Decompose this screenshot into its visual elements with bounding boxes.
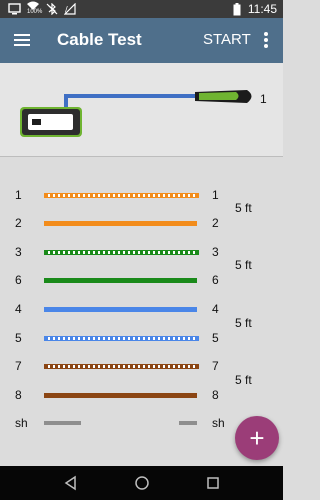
- pair-length-1: 5 ft: [235, 201, 252, 215]
- hamburger-icon[interactable]: [13, 31, 31, 49]
- app-bar: Cable Test START: [0, 18, 283, 63]
- pin-right: 2: [212, 216, 219, 230]
- pair-length-4: 5 ft: [235, 373, 252, 387]
- status-time: 11:45: [247, 2, 277, 16]
- pin-left: sh: [15, 416, 28, 430]
- pin-right: 5: [212, 331, 219, 345]
- pin-right: 8: [212, 388, 219, 402]
- pin-right: 3: [212, 245, 219, 259]
- wire-line: [44, 393, 197, 398]
- page-title: Cable Test: [57, 30, 142, 49]
- bluetooth-off-icon: [46, 2, 58, 18]
- screen-cast-icon: [8, 3, 21, 18]
- remote-id-label: 1: [260, 92, 267, 106]
- start-button[interactable]: START: [203, 31, 251, 48]
- pair-length-3: 5 ft: [235, 316, 252, 330]
- svg-text:/: /: [65, 5, 68, 14]
- pin-right: 7: [212, 359, 219, 373]
- wire-map-list: 1 1 2 2 3 3 6 6 4 4 5 5 7 7 8 8 sh sh 5 …: [0, 157, 283, 462]
- battery-percent-label: 100%: [27, 9, 43, 15]
- wire-line: [44, 307, 197, 312]
- cable-line: [64, 94, 198, 107]
- pin-left: 5: [15, 331, 22, 345]
- pin-left: 6: [15, 273, 22, 287]
- home-icon[interactable]: [134, 475, 150, 491]
- pair-length-2: 5 ft: [235, 258, 252, 272]
- wire-line: [44, 250, 199, 255]
- wire-line: [44, 278, 197, 283]
- pin-left: 2: [15, 216, 22, 230]
- remote-unit-icon: [195, 90, 252, 103]
- recents-icon[interactable]: [205, 475, 221, 491]
- wire-line: [44, 364, 199, 369]
- navigation-bar: [0, 466, 283, 500]
- pin-right: 4: [212, 302, 219, 316]
- wire-line: [44, 221, 197, 226]
- add-button[interactable]: +: [235, 416, 279, 460]
- signal-icon: /: [63, 2, 76, 18]
- pin-left: 4: [15, 302, 22, 316]
- pin-right: sh: [212, 416, 225, 430]
- tester-device-icon: [20, 107, 82, 137]
- shield-segment-right: [179, 421, 197, 425]
- pin-left: 7: [15, 359, 22, 373]
- cable-diagram: 1: [0, 63, 283, 157]
- pin-right: 6: [212, 273, 219, 287]
- more-vert-icon[interactable]: [259, 30, 273, 50]
- pin-left: 1: [15, 188, 22, 202]
- wire-line: [44, 336, 199, 341]
- battery-icon: [233, 3, 241, 19]
- wire-line: [44, 193, 199, 198]
- pin-left: 3: [15, 245, 22, 259]
- status-bar: 100% / 11:45: [0, 0, 283, 18]
- pin-right: 1: [212, 188, 219, 202]
- pin-left: 8: [15, 388, 22, 402]
- shield-segment-left: [44, 421, 81, 425]
- back-icon[interactable]: [63, 475, 79, 491]
